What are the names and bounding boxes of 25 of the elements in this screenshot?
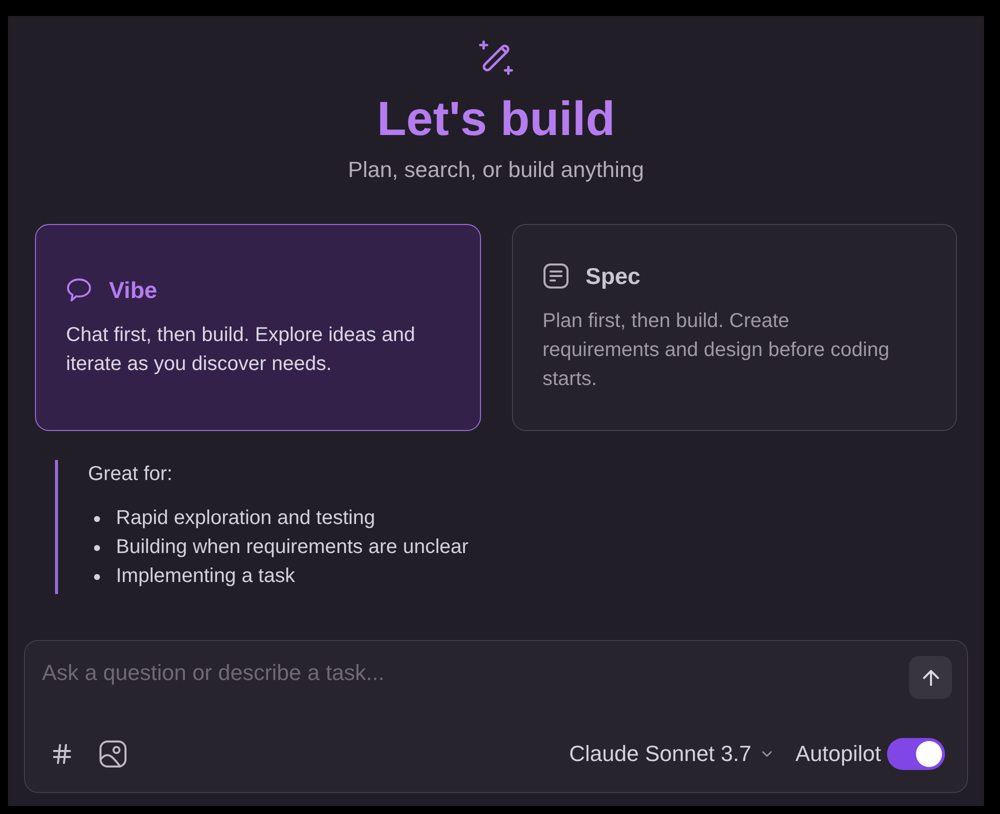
hash-icon[interactable] [50,742,74,766]
magic-wand-icon [478,40,514,76]
document-lines-icon [542,262,568,288]
mode-description: Chat first, then build. Explore ideas and iterate as you discover needs. [66,323,416,377]
mode-title: Spec [586,262,640,290]
speech-bubble-icon [66,277,92,303]
mode-description: Plan first, then build. Create requirements and design before coding starts. [542,308,890,392]
bullet-icon [94,574,100,580]
autopilot-label: Autopilot [795,740,881,768]
mode-title: Vibe [109,276,158,304]
list-item-text: Rapid exploration and testing [116,506,376,531]
send-button[interactable] [909,656,952,699]
page-title: Let's build [376,92,616,148]
mode-card[interactable]: Vibe Chat first, then build. Explore ideas and iterate as you discover needs. [35,224,480,431]
model-selector[interactable]: Claude Sonnet 3.7 [569,740,776,768]
list-item-text: Building when requirements are unclear [116,535,468,560]
page-subtitle: Plan, search, or build anything [348,156,644,184]
image-icon[interactable] [99,740,127,768]
list-item-text: Implementing a task [116,564,295,589]
bullet-icon [94,544,100,550]
bullet-icon [94,516,100,522]
mode-card[interactable]: Spec Plan first, then build. Create requirements and design before coding starts. [512,224,957,431]
message-input[interactable]: Ask a question or describe a task... [42,655,897,691]
autopilot-toggle[interactable] [887,738,945,770]
great-for-heading: Great for: [88,462,174,486]
